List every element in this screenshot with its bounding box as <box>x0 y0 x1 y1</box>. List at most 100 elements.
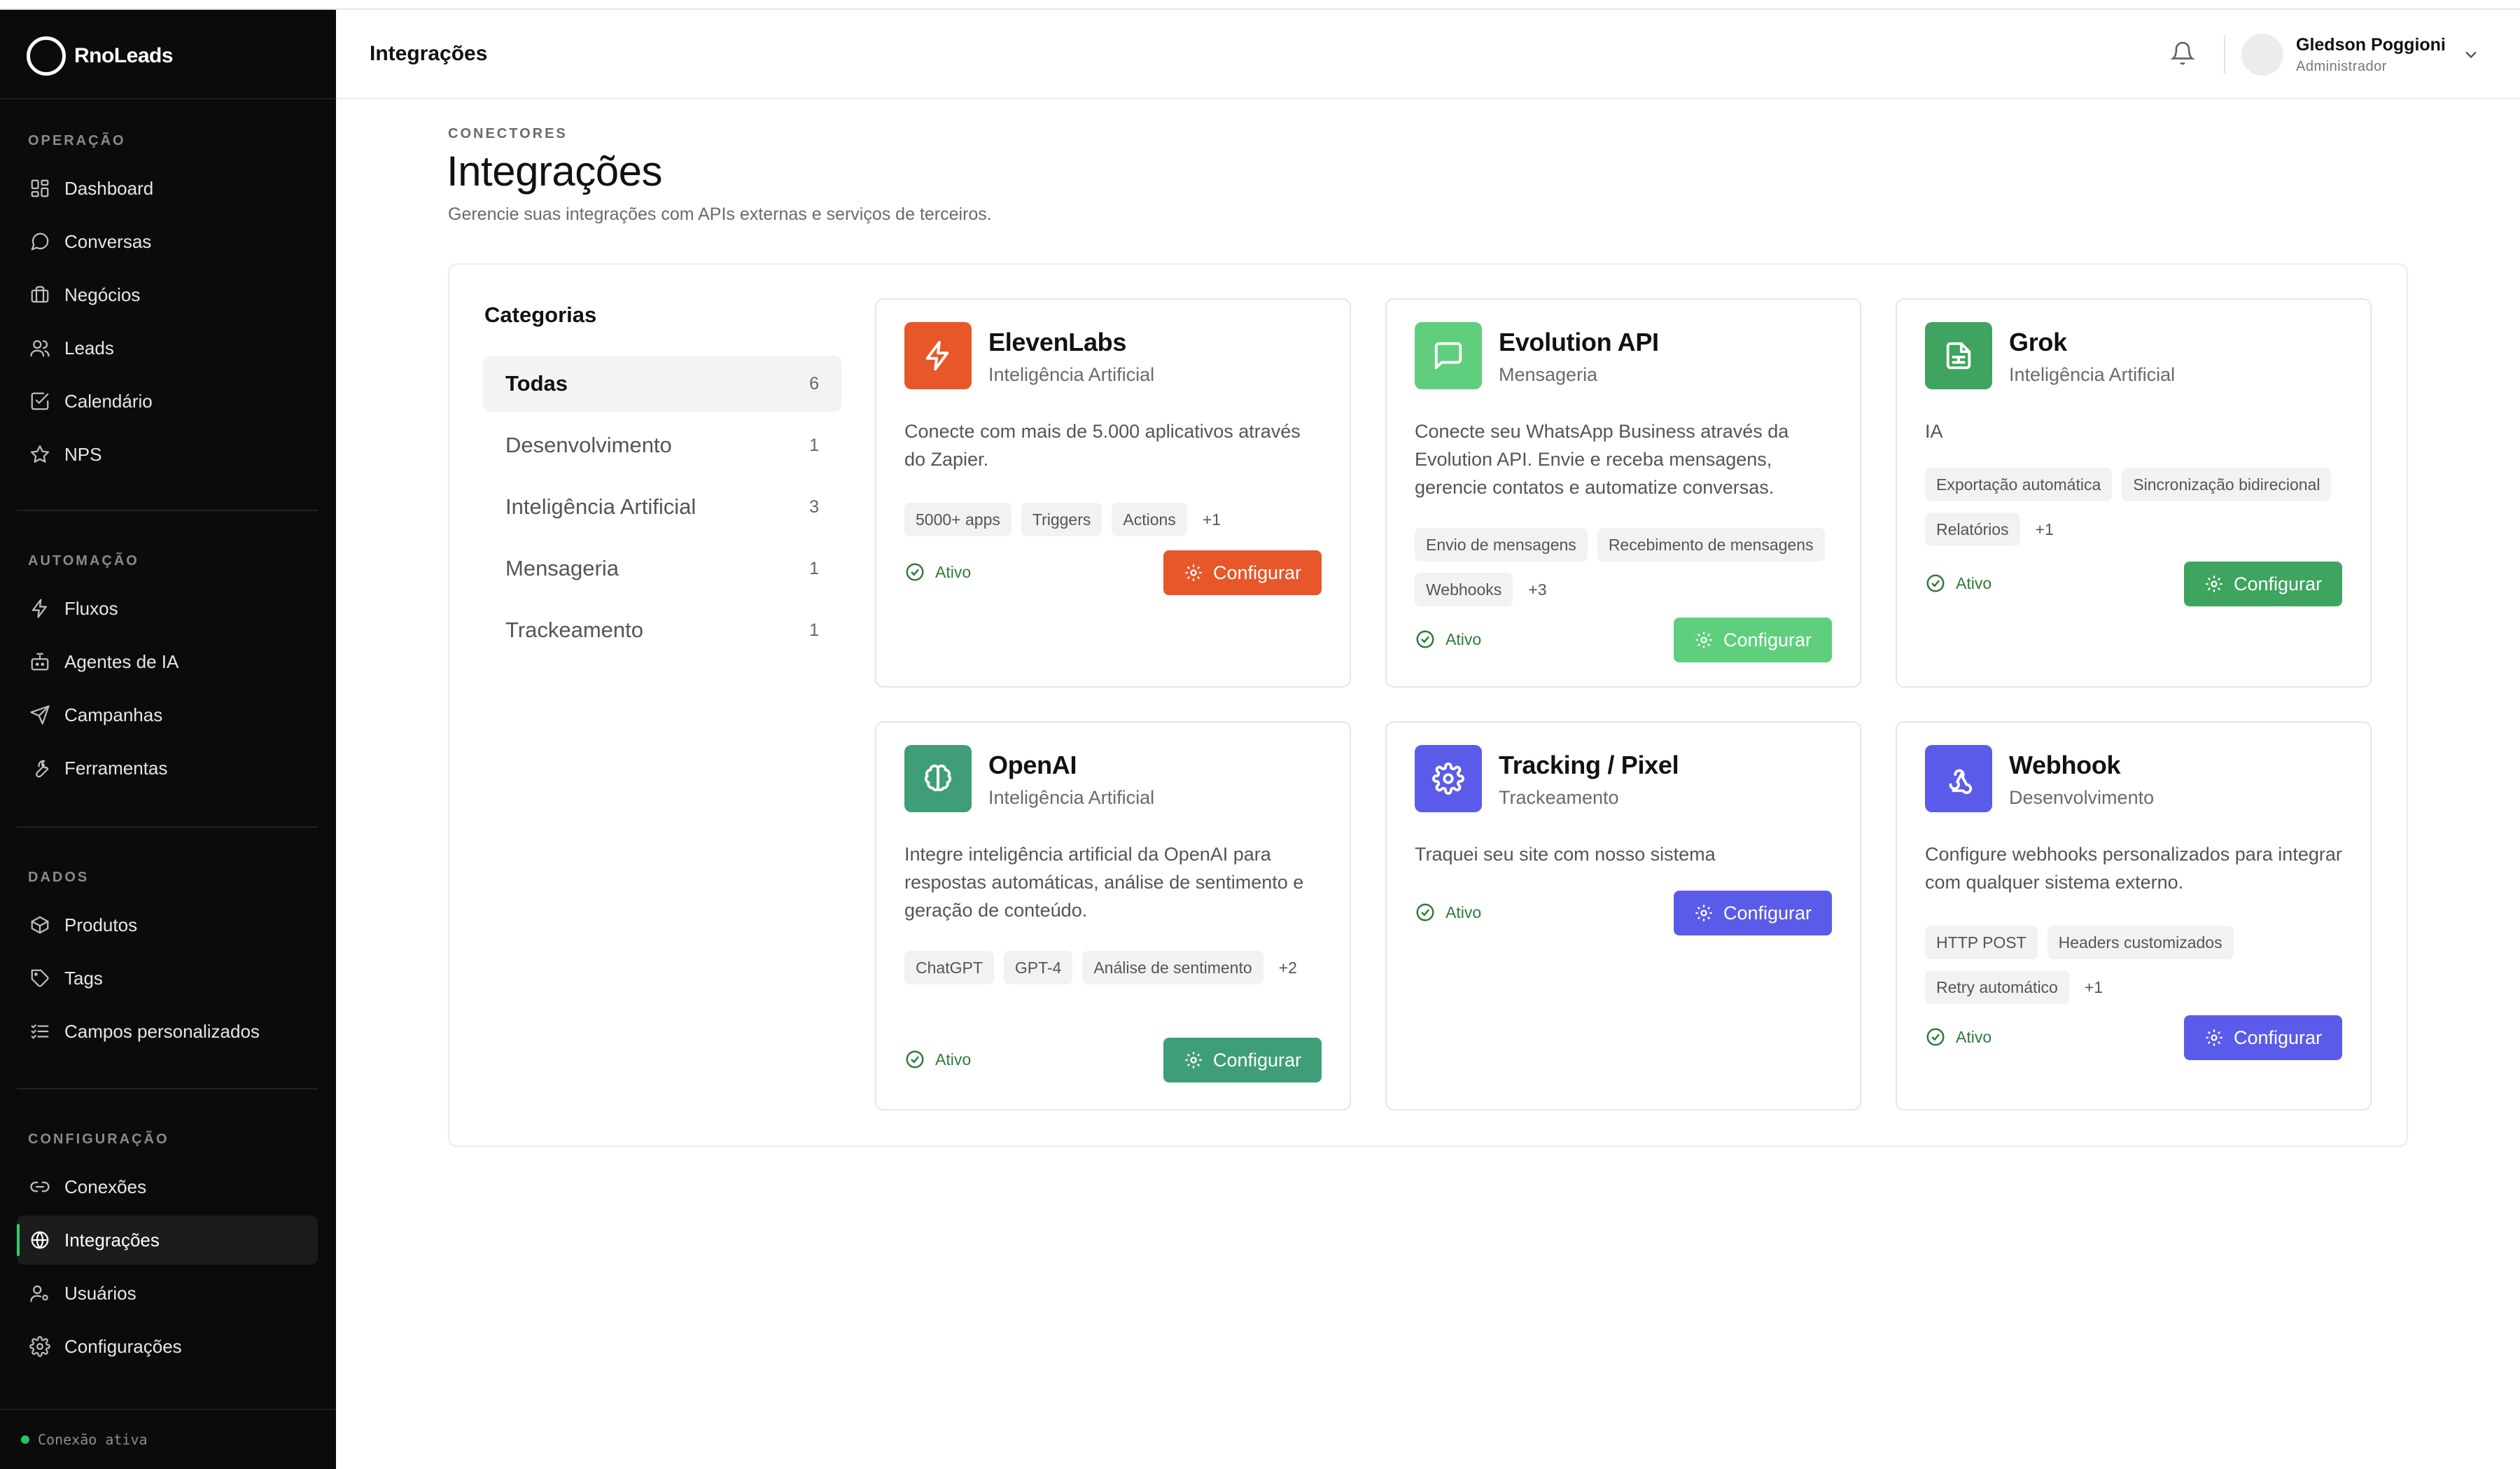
sidebar-item-label: Integrações <box>64 1229 160 1251</box>
sidebar-item-fluxos[interactable]: Fluxos <box>17 584 318 633</box>
page-eyebrow: CONECTORES <box>448 126 568 141</box>
section-title-dados: DADOS <box>28 870 90 885</box>
sidebar-item-calendario[interactable]: Calendário <box>17 377 318 426</box>
integration-name: Tracking / Pixel <box>1499 751 1679 779</box>
category-count: 6 <box>809 373 819 394</box>
sidebar-item-tags[interactable]: Tags <box>17 954 318 1003</box>
tag: Retry automático <box>1925 970 2069 1004</box>
sidebar-item-label: Fluxos <box>64 597 118 619</box>
gear-icon <box>2206 1029 2222 1046</box>
sidebar-item-label: Agentes de IA <box>64 650 179 672</box>
configure-label: Configurar <box>2233 573 2323 594</box>
sidebar-item-produtos[interactable]: Produtos <box>17 900 318 949</box>
category-desenvolvimento[interactable]: Desenvolvimento 1 <box>483 417 841 473</box>
sidebar-item-agentes-ia[interactable]: Agentes de IA <box>17 637 318 686</box>
tag: Recebimento de mensagens <box>1597 528 1825 562</box>
gear-icon <box>1695 632 1712 648</box>
avatar[interactable] <box>2241 34 2283 76</box>
configure-label: Configurar <box>2233 1026 2323 1048</box>
sidebar-item-label: Negócios <box>64 284 141 305</box>
sidebar-item-integracoes[interactable]: Integrações <box>17 1216 318 1265</box>
integration-name: Webhook <box>2009 751 2121 779</box>
category-todas[interactable]: Todas 6 <box>483 356 841 412</box>
sidebar-item-label: Usuários <box>64 1282 136 1304</box>
category-label: Todas <box>505 371 568 396</box>
package-icon <box>29 914 50 935</box>
chevron-down-icon[interactable] <box>2461 45 2484 67</box>
webhook-icon <box>1925 745 1992 812</box>
status-badge: Ativo <box>1925 573 1991 594</box>
integration-description: Integre inteligência artificial da OpenA… <box>904 844 1304 921</box>
configure-button[interactable]: Configurar <box>1163 550 1322 595</box>
configure-button[interactable]: Configurar <box>1674 891 1832 935</box>
configure-button[interactable]: Configurar <box>1674 618 1832 662</box>
sidebar-divider <box>17 510 318 511</box>
integration-description: IA <box>1925 421 1943 442</box>
sidebar-item-label: Ferramentas <box>64 757 168 779</box>
gear-icon <box>1185 564 1202 581</box>
sidebar-divider <box>0 98 336 99</box>
tag: GPT-4 <box>1003 951 1073 984</box>
tag: Relatórios <box>1925 513 2020 546</box>
status-label: Ativo <box>1956 1027 1992 1046</box>
integration-category: Inteligência Artificial <box>2009 364 2176 385</box>
integration-category: Trackeamento <box>1499 787 1619 808</box>
integration-tags: HTTP POST Headers customizados Retry aut… <box>1925 926 2359 1004</box>
integration-card-openai: OpenAI Inteligência Artificial Integre i… <box>875 721 1351 1111</box>
tag: Triggers <box>1021 503 1102 536</box>
section-title-automacao: AUTOMAÇÃO <box>28 553 139 569</box>
sidebar-item-label: Tags <box>64 967 103 989</box>
integration-card-grok: Grok Inteligência Artificial IA Exportaç… <box>1896 298 2372 688</box>
tag-icon <box>29 968 50 989</box>
message-square-icon <box>1415 322 1482 389</box>
sidebar-item-usuarios[interactable]: Usuários <box>17 1269 318 1318</box>
user-name[interactable]: Gledson Poggioni <box>2296 35 2446 55</box>
sidebar-item-leads[interactable]: Leads <box>17 323 318 373</box>
sidebar-item-campanhas[interactable]: Campanhas <box>17 690 318 739</box>
integration-name: OpenAI <box>988 751 1077 779</box>
tag: Actions <box>1112 503 1187 536</box>
sidebar-item-conversas[interactable]: Conversas <box>17 217 318 266</box>
integration-description: Conecte com mais de 5.000 aplicativos at… <box>904 421 1301 470</box>
page-title: Integrações <box>447 148 663 195</box>
sidebar-item-dashboard[interactable]: Dashboard <box>17 164 318 213</box>
section-title-configuracao: CONFIGURAÇÃO <box>28 1132 169 1147</box>
category-label: Trackeamento <box>505 618 643 642</box>
category-inteligencia-artificial[interactable]: Inteligência Artificial 3 <box>483 479 841 535</box>
top-edge <box>0 0 2520 10</box>
sidebar-item-campos-personalizados[interactable]: Campos personalizados <box>17 1007 318 1056</box>
link-icon <box>29 1176 50 1197</box>
integration-tags: Exportação automática Sincronização bidi… <box>1925 468 2359 546</box>
configure-button[interactable]: Configurar <box>2184 1015 2342 1060</box>
bell-icon[interactable] <box>2170 41 2198 69</box>
tag: HTTP POST <box>1925 926 2038 959</box>
logo-ring-icon <box>27 36 66 76</box>
sidebar: RnoLeads OPERAÇÃO Dashboard Conversas Ne… <box>0 10 336 1469</box>
gear-icon <box>1415 745 1482 812</box>
category-trackeamento[interactable]: Trackeamento 1 <box>483 602 841 658</box>
brand-logo[interactable]: RnoLeads <box>27 34 174 78</box>
wrench-icon <box>29 758 50 779</box>
sidebar-item-conexoes[interactable]: Conexões <box>17 1162 318 1211</box>
send-icon <box>29 704 50 725</box>
calendar-check-icon <box>29 391 50 412</box>
header-title: Integrações <box>370 42 488 65</box>
integration-category: Mensageria <box>1499 364 1598 385</box>
sidebar-item-label: NPS <box>64 443 102 465</box>
configure-button[interactable]: Configurar <box>2184 562 2342 606</box>
grid-icon <box>29 178 50 199</box>
sidebar-item-ferramentas[interactable]: Ferramentas <box>17 744 318 793</box>
file-sheet-icon <box>1925 322 1992 389</box>
integration-name: Evolution API <box>1499 328 1659 356</box>
category-mensageria[interactable]: Mensageria 1 <box>483 541 841 597</box>
sidebar-item-label: Campos personalizados <box>64 1020 260 1042</box>
sidebar-divider <box>17 826 318 828</box>
integration-tags: 5000+ apps Triggers Actions +1 <box>904 503 1338 536</box>
sidebar-item-configuracoes[interactable]: Configurações <box>17 1322 318 1371</box>
sidebar-item-negocios[interactable]: Negócios <box>17 270 318 319</box>
sidebar-item-nps[interactable]: NPS <box>17 430 318 479</box>
tag-more: +3 <box>1528 580 1547 599</box>
sidebar-divider <box>0 1409 336 1410</box>
check-circle-icon <box>1926 574 1945 592</box>
configure-button[interactable]: Configurar <box>1163 1038 1322 1082</box>
